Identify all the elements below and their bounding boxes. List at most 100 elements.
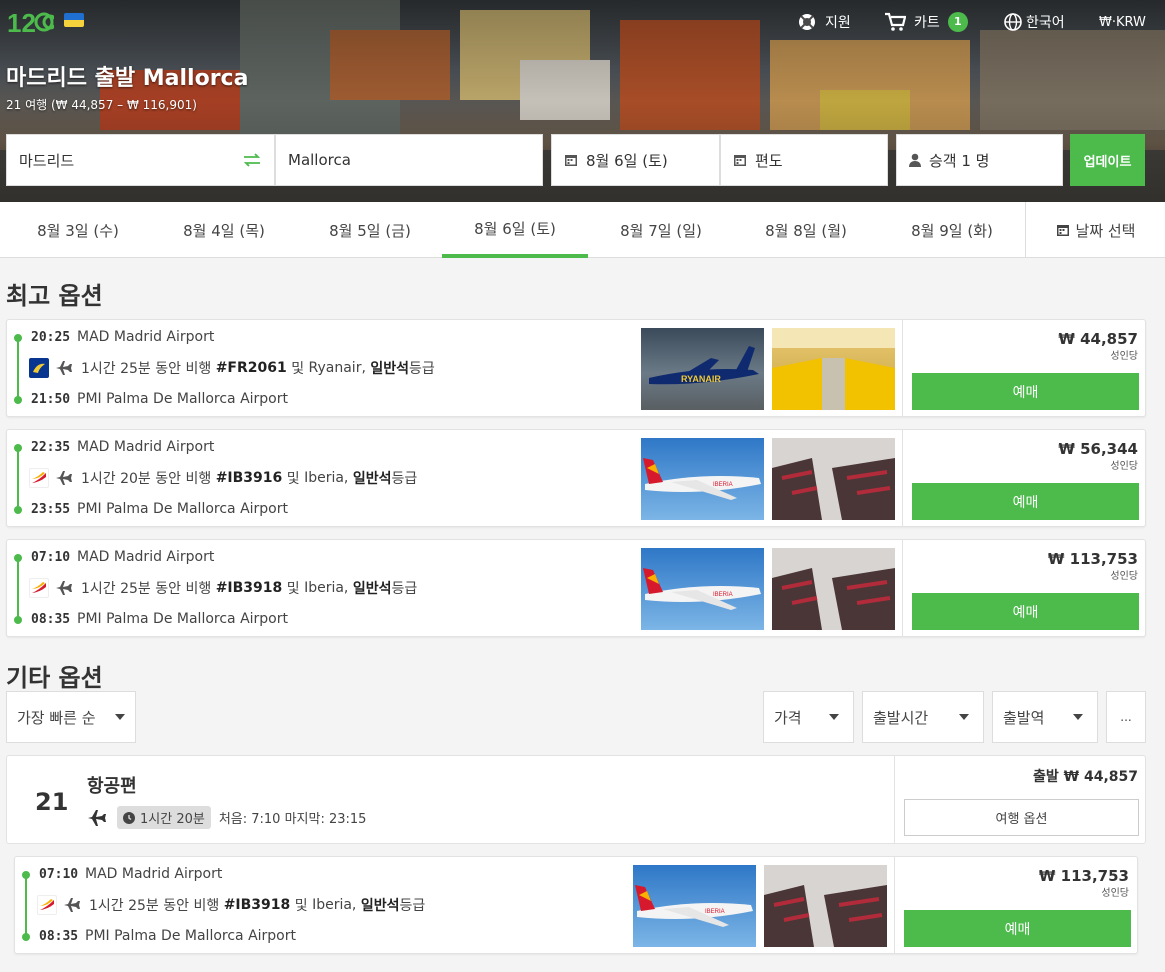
price: ₩ 113,753 [1047,550,1138,568]
departure-airport: MAD Madrid Airport [85,866,223,882]
user-icon [909,153,921,167]
aircraft-photo[interactable]: RYANAIR [641,328,764,410]
flight-card[interactable]: 22:35 MAD Madrid Airport 1시간 20분 동안 비행 #… [6,429,1146,527]
lifebuoy-icon [799,14,815,30]
plane-icon [56,361,72,375]
book-button[interactable]: 예매 [912,373,1139,410]
plane-icon [88,809,106,826]
and-text: 및 [286,471,300,487]
and-text: 및 [286,581,300,597]
duration-text: 1시간 25분 동안 비행 [89,898,220,914]
aircraft-photo[interactable]: IBERIA [641,438,764,520]
cart-link[interactable]: 카트 1 [884,12,968,32]
update-button[interactable]: 업데이트 [1070,134,1145,186]
date-field[interactable]: 8월 6일 (토) [551,134,720,186]
timeline-dot [14,334,22,342]
aircraft-photo[interactable]: IBERIA [633,865,756,947]
airline-name: Iberia, [304,580,349,596]
date-tab[interactable]: 8월 3일 (수) [5,202,151,258]
price-box: ₩ 113,753 성인당 예매 [894,857,1137,953]
group-price-box: 출발 ₩ 44,857 여행 옵션 [894,756,1146,843]
timeline-dot [14,396,22,404]
clock-icon [123,811,135,824]
svg-text:IBERIA: IBERIA [705,909,725,915]
cabin-class: 일반석 [360,898,400,914]
timeline-line [17,558,19,620]
destination-field[interactable]: Mallorca [275,134,543,186]
svg-text:RYANAIR: RYANAIR [681,374,721,384]
more-filters-button[interactable]: ... [1106,691,1146,743]
language-selector[interactable]: 한국어 [1004,12,1065,32]
timeline-dot [14,554,22,562]
trip-type-field[interactable]: 편도 [720,134,888,186]
aircraft-photo[interactable]: IBERIA [641,548,764,630]
price-box: ₩ 56,344 성인당 예매 [902,430,1146,526]
date-tab[interactable]: 8월 8일 (월) [733,202,879,258]
book-button[interactable]: 예매 [912,593,1139,630]
sort-dropdown[interactable]: 가장 빠른 순 [6,691,136,743]
cabin-photo[interactable] [772,548,895,630]
globe-icon [1004,13,1022,31]
cabin-class: 일반석 [352,581,392,597]
swap-icon[interactable] [243,153,261,167]
group-meta: 1시간 20분 처음: 7:10 마지막: 23:15 [87,806,366,829]
group-title: 항공편 [87,776,137,797]
timeline-line [17,338,19,400]
date-tab[interactable]: 8월 9일 (화) [879,202,1025,258]
arrival-time: 21:50 [31,392,71,407]
ukraine-flag-icon [64,13,84,27]
book-button[interactable]: 예매 [912,483,1139,520]
support-link[interactable]: 지원 [797,12,851,32]
chevron-down-icon [829,714,839,720]
flight-card[interactable]: 07:10 MAD Madrid Airport 1시간 25분 동안 비행 #… [6,539,1146,637]
svg-text:IBERIA: IBERIA [713,592,733,598]
arrival-time: 23:55 [31,502,71,517]
logo-icon[interactable]: 12 [6,6,54,38]
cabin-suffix: 등급 [391,581,418,597]
price-filter[interactable]: 가격 [763,691,854,743]
departure-station-filter[interactable]: 출발역 [992,691,1098,743]
departure-time-filter[interactable]: 출발시간 [862,691,984,743]
pick-date-button[interactable]: 날짜 선택 [1025,202,1165,258]
trip-options-button[interactable]: 여행 옵션 [904,799,1139,836]
chevron-down-icon [959,714,969,720]
flight-card[interactable]: 20:25 MAD Madrid Airport 1시간 25분 동안 비행 #… [6,319,1146,417]
date-tab[interactable]: 8월 4일 (목) [151,202,297,258]
and-text: 및 [294,898,308,914]
book-button[interactable]: 예매 [904,910,1131,947]
timeline-dot [22,871,30,879]
cabin-photo[interactable] [772,438,895,520]
price: ₩ 56,344 [1058,440,1138,458]
other-options-heading: 기타 옵션 [6,664,103,692]
duration-value: 1시간 20분 [140,812,205,827]
airline-name: Iberia, [304,470,349,486]
airline-name: Ryanair, [308,360,366,376]
date-tab[interactable]: 8월 5일 (금) [297,202,443,258]
currency-selector[interactable]: ₩·KRW [1099,12,1146,32]
page-title: 마드리드 출발 Mallorca [6,66,249,91]
date-tab-active[interactable]: 8월 6일 (토) [442,202,588,258]
flight-group[interactable]: 21 항공편 1시간 20분 처음: 7:10 마지막: 23:15 출발 ₩ … [6,755,1146,844]
flight-card[interactable]: 07:10 MAD Madrid Airport 1시간 25분 동안 비행 #… [14,856,1138,954]
origin-field[interactable]: 마드리드 [6,134,275,186]
cabin-suffix: 등급 [409,361,435,377]
price: ₩ 44,857 [1058,330,1138,348]
chevron-down-icon [115,714,125,720]
departure-station-filter-label: 출발역 [1003,708,1045,727]
departure-time: 07:10 [31,550,71,565]
departure-airport: MAD Madrid Airport [77,329,215,345]
cabin-photo[interactable] [764,865,887,947]
timeline-dot [14,506,22,514]
iberia-logo-icon [29,578,49,598]
cart-icon [885,12,906,31]
page-subtitle: 21 여행 (₩ 44,857 – ₩ 116,901) [6,98,197,112]
passengers-field[interactable]: 승객 1 명 [896,134,1063,186]
date-tab[interactable]: 8월 7일 (일) [588,202,734,258]
cabin-photo[interactable] [772,328,895,410]
origin-value: 마드리드 [19,151,75,170]
support-label: 지원 [825,15,851,31]
duration-text: 1시간 20분 동안 비행 [81,471,212,487]
group-count: 21 [35,788,69,816]
more-filters-label: ... [1120,710,1132,724]
flight-details: 1시간 25분 동안 비행 #IB3918 및 Iberia, 일반석 등급 [29,578,417,598]
